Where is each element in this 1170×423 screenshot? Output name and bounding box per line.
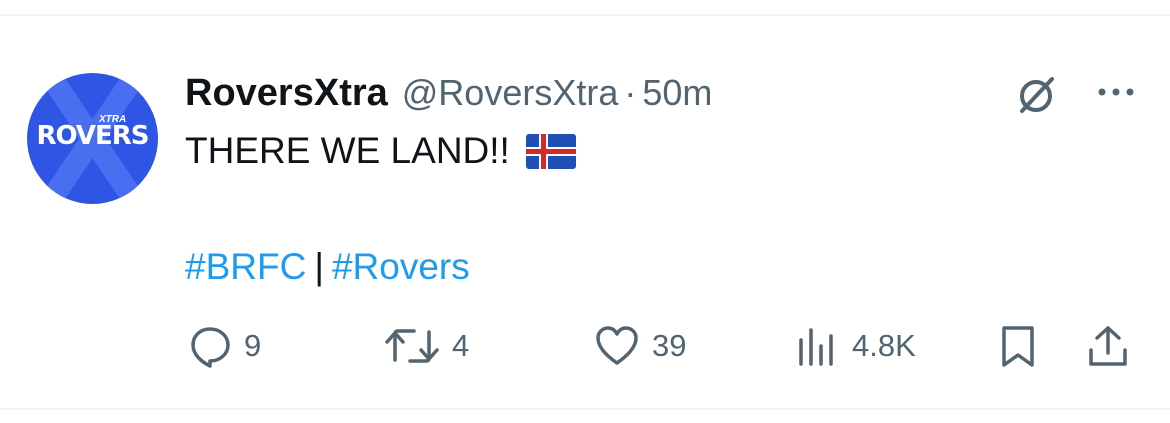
views-icon xyxy=(799,328,833,366)
avatar-text: ROVERS xyxy=(36,121,149,151)
views-button[interactable]: 4.8K xyxy=(796,321,916,371)
hashtag-brfc[interactable]: #BRFC xyxy=(185,246,306,287)
more-options-icon[interactable] xyxy=(1094,78,1138,106)
author-name[interactable]: RoversXtra xyxy=(185,72,388,115)
avatar-subtext: XTRA xyxy=(99,114,127,125)
tweet-time[interactable]: 50m xyxy=(642,72,712,114)
author-handle[interactable]: @RoversXtra xyxy=(402,72,619,114)
bookmark-icon xyxy=(1002,326,1034,367)
hashtag-separator: | xyxy=(314,246,324,287)
like-count: 39 xyxy=(652,328,687,363)
like-button[interactable]: 39 xyxy=(594,321,686,371)
retweet-icon xyxy=(385,329,439,363)
reply-count: 9 xyxy=(244,328,262,363)
grok-icon[interactable] xyxy=(1014,73,1058,117)
retweet-button[interactable]: 4 xyxy=(384,321,469,371)
retweet-count: 4 xyxy=(452,328,470,363)
iceland-flag-icon xyxy=(525,133,576,169)
action-bar: 9 4 39 4.8K xyxy=(0,321,1170,371)
reply-icon xyxy=(191,327,230,368)
bottom-divider xyxy=(0,408,1170,410)
bookmark-button[interactable] xyxy=(998,321,1038,371)
hashtags: #BRFC | #Rovers xyxy=(185,246,470,288)
share-button[interactable] xyxy=(1086,321,1130,371)
top-divider xyxy=(0,14,1170,16)
tweet-body: THERE WE LAND!! xyxy=(185,130,576,172)
header-separator: · xyxy=(624,72,637,113)
views-count: 4.8K xyxy=(852,328,916,363)
tweet-text: THERE WE LAND!! xyxy=(185,130,510,171)
hashtag-rovers[interactable]: #Rovers xyxy=(332,246,470,287)
tweet-header: RoversXtra @RoversXtra · 50m xyxy=(185,70,712,116)
avatar[interactable]: ROVERS XTRA xyxy=(27,73,158,204)
reply-button[interactable]: 9 xyxy=(188,321,261,371)
heart-icon xyxy=(596,326,638,365)
share-icon xyxy=(1089,326,1127,366)
